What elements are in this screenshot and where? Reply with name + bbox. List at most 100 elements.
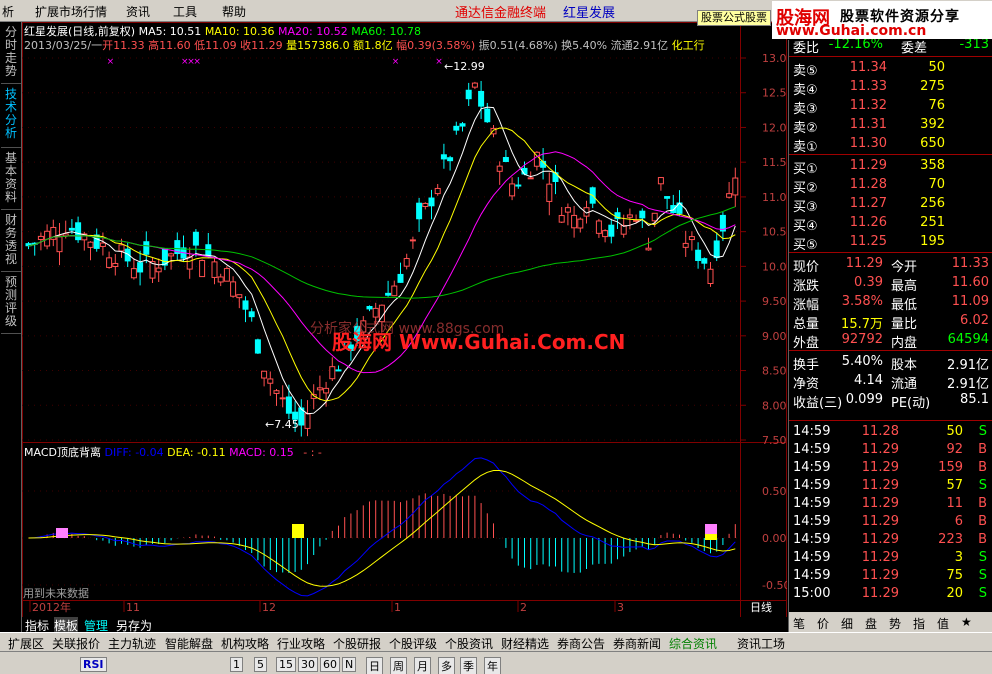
order-ratio-row-cell: 委比	[793, 41, 820, 56]
price-tick-label: 7.50	[762, 434, 787, 447]
fund-row-2-cell: 0.099	[845, 392, 883, 407]
panel-tab-3[interactable]: 盘	[865, 615, 877, 632]
bottom-tab-0[interactable]: 扩展区	[8, 635, 44, 652]
menu-extended-market[interactable]: 扩展市场行情	[35, 3, 107, 20]
menu-tools[interactable]: 工具	[173, 3, 197, 20]
period-button-7[interactable]: 日	[366, 657, 383, 674]
ohlc-info-bar: 2013/03/25/一开11.33 高11.60 低11.09 收11.29 …	[24, 37, 705, 53]
sell-level-5: 卖⑤ 11.34 50	[789, 59, 992, 79]
logo-button[interactable]: 股票公式股票	[697, 10, 771, 26]
time-tick-label: 11	[126, 601, 140, 614]
candle-body	[471, 82, 478, 88]
bottom-tab-5[interactable]: 行业攻略	[277, 635, 325, 652]
buy-level-2-cell: 70	[928, 177, 945, 192]
bottom-tab-8[interactable]: 个股资讯	[445, 635, 493, 652]
tick-row-cell: S	[978, 550, 987, 565]
stat-row-0-cell: 11.33	[951, 256, 989, 271]
fund-row-2-cell: 85.1	[960, 392, 989, 407]
candle-body	[502, 157, 509, 162]
period-button-1[interactable]: 1	[230, 657, 243, 672]
candle-body	[453, 125, 460, 131]
bottom-tab-12[interactable]: 综合资讯	[669, 635, 717, 652]
tab-forecast[interactable]: 预测评级	[1, 274, 21, 334]
candle-body	[242, 300, 249, 310]
bottom-tab-10[interactable]: 券商公告	[557, 635, 605, 652]
candle-body	[329, 366, 336, 380]
time-tick-label: 1	[394, 601, 401, 614]
price-tick-label: 10.00	[762, 260, 787, 273]
fund-row-2: 收益(三) 0.099 PE(动) 85.1	[789, 391, 992, 411]
sell-level-3-cell: 11.32	[849, 98, 887, 113]
bottom-divergence-marker-2	[705, 524, 717, 534]
bar-industry: 化工行	[671, 39, 705, 52]
panel-tab-0[interactable]: 笔	[793, 615, 805, 632]
tick-row-cell: 11.29	[861, 568, 899, 583]
bottom-tab-4[interactable]: 机构攻略	[221, 635, 269, 652]
order-ratio-row-cell: -313	[959, 37, 989, 52]
period-button-12[interactable]: 年	[484, 657, 501, 674]
period-button-2[interactable]: 5	[254, 657, 267, 672]
candle-body	[447, 157, 454, 162]
time-tick-label: 12	[262, 601, 276, 614]
candle-body	[267, 378, 274, 384]
macd-tick-label: -0.50	[762, 579, 787, 592]
candle-body	[118, 244, 125, 252]
panel-tab-2[interactable]: 细	[841, 615, 853, 632]
candle-body	[645, 247, 652, 251]
candle-body	[273, 390, 280, 394]
menu-help[interactable]: 帮助	[222, 3, 246, 20]
period-button-11[interactable]: 季	[460, 657, 477, 674]
tab-technical[interactable]: 技术分析	[1, 86, 21, 148]
stat-row-2-cell: 最低	[891, 298, 918, 313]
tab-basic-info[interactable]: 基本资料	[1, 150, 21, 210]
menu-news[interactable]: 资讯	[126, 3, 150, 20]
panel-tab-5[interactable]: 指	[913, 615, 925, 632]
candle-body	[688, 236, 695, 241]
panel-tab-7[interactable]: ★	[961, 615, 972, 629]
period-button-4[interactable]: 30	[298, 657, 318, 672]
bottom-tab-13[interactable]: 资讯工场	[737, 635, 785, 652]
top-divergence-marker	[292, 524, 304, 538]
tab-financial[interactable]: 财务透视	[1, 212, 21, 272]
period-button-5[interactable]: 60	[320, 657, 340, 672]
buy-level-2: 买② 11.28 70	[789, 176, 992, 196]
price-tick-label: 12.50	[762, 87, 787, 100]
period-button-9[interactable]: 月	[414, 657, 431, 674]
period-button-6[interactable]: N	[342, 657, 357, 672]
fund-row-0-cell: 2.91亿	[947, 358, 989, 373]
tick-row-cell: 14:59	[793, 496, 831, 511]
bottom-tab-6[interactable]: 个股研报	[333, 635, 381, 652]
buy-level-1-cell: 买①	[793, 162, 818, 177]
period-button-3[interactable]: 15	[276, 657, 296, 672]
panel-tab-6[interactable]: 值	[937, 615, 949, 632]
period-button-8[interactable]: 周	[390, 657, 407, 674]
price-tick-label: 9.00	[762, 330, 787, 343]
candle-body	[211, 261, 218, 278]
candle-body	[199, 260, 206, 278]
fund-row-1: 净资 4.14 流通 2.91亿	[789, 372, 992, 392]
sell-level-5-cell: 卖⑤	[793, 64, 818, 79]
price-tick-label: 8.50	[762, 365, 787, 378]
bottom-tab-9[interactable]: 财经精选	[501, 635, 549, 652]
bottom-tab-3[interactable]: 智能解盘	[165, 635, 213, 652]
period-button-10[interactable]: 多	[438, 657, 455, 674]
panel-tab-1[interactable]: 价	[817, 615, 829, 632]
tick-row-cell: 11.29	[861, 514, 899, 529]
fund-row-2-cell: PE(动)	[891, 396, 931, 411]
bottom-tab-1[interactable]: 关联报价	[52, 635, 100, 652]
tab-intraday[interactable]: 分时走势	[1, 24, 21, 84]
candle-body	[68, 227, 75, 231]
bottom-tab-7[interactable]: 个股评级	[389, 635, 437, 652]
tick-row-cell: 11.29	[861, 550, 899, 565]
bottom-tab-2[interactable]: 主力轨迹	[108, 635, 156, 652]
period-button-0[interactable]: RSI	[80, 657, 107, 672]
stat-row-4: 外盘 92792 内盘 64594	[789, 331, 992, 351]
bottom-tab-11[interactable]: 券商新闻	[613, 635, 661, 652]
candle-body	[571, 214, 578, 229]
tick-row-cell: 3	[954, 550, 963, 565]
candle-body	[236, 294, 243, 299]
tick-row-cell: 14:59	[793, 478, 831, 493]
menu-analysis[interactable]: 析	[2, 3, 14, 20]
panel-tab-4[interactable]: 势	[889, 615, 901, 632]
bar-close: 收11.29	[240, 39, 283, 52]
